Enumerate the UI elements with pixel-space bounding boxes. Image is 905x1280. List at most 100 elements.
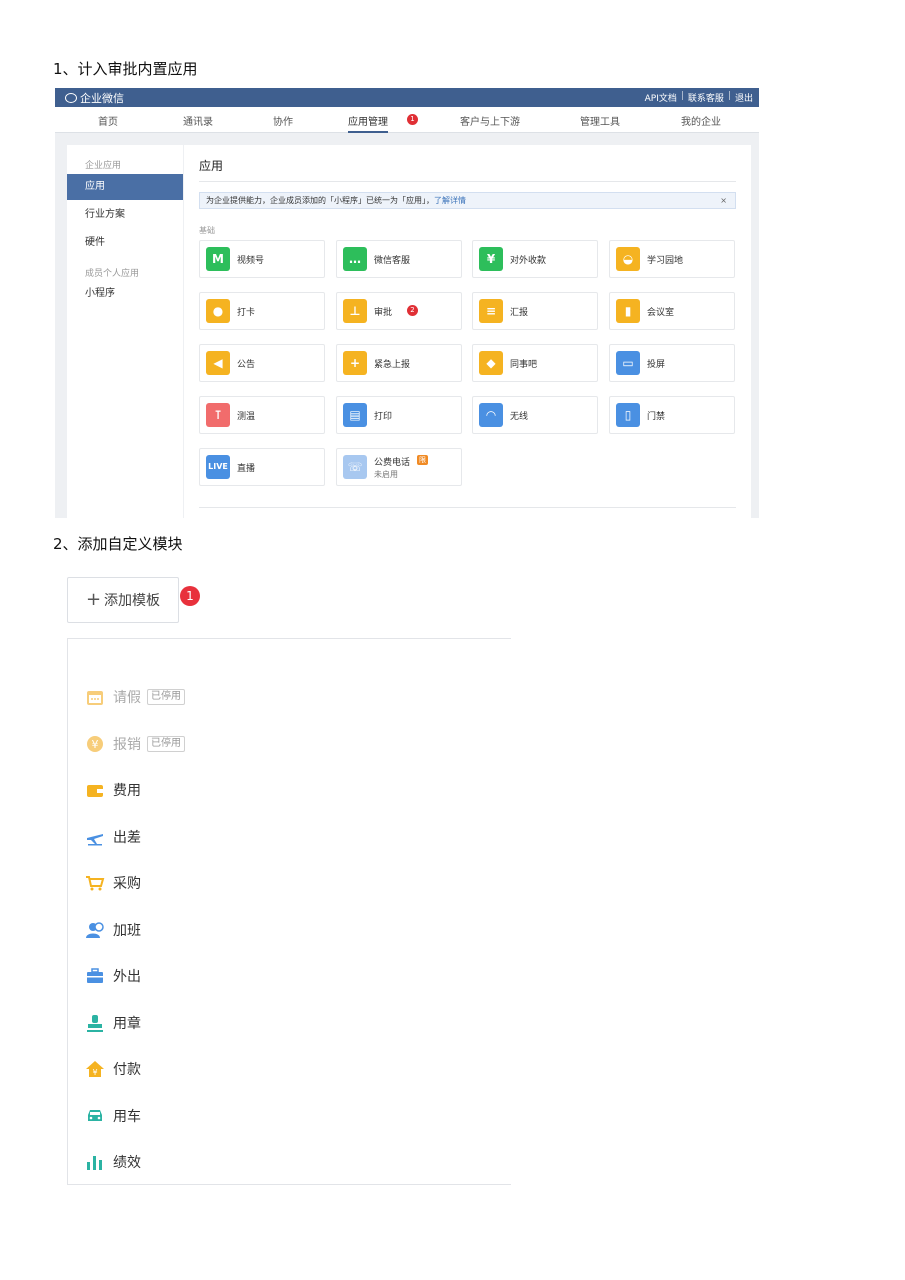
app-card[interactable]: ◒ 学习园地 xyxy=(609,240,735,278)
template-label: 报销 xyxy=(113,736,141,753)
app-icon: ▮ xyxy=(616,299,640,323)
app-card[interactable]: ☏ 公费电话限未启用 xyxy=(336,448,462,486)
app-name: 打印 xyxy=(374,412,393,422)
close-icon[interactable]: × xyxy=(720,193,727,208)
nav-app-management[interactable]: 应用管理 xyxy=(348,113,388,133)
template-list: 请假 已停用 ¥ 报销 已停用费用出差采购加班外出用章 ¥ 付款用车绩效 xyxy=(67,638,511,1185)
app-name: 公告 xyxy=(237,360,256,370)
template-item[interactable]: 请假 已停用 xyxy=(85,685,185,709)
app-card[interactable]: ⊺ 测温 xyxy=(199,396,325,434)
app-subtitle: 未启用 xyxy=(374,470,398,479)
app-icon: ● xyxy=(206,299,230,323)
template-label: 采购 xyxy=(113,876,141,892)
sidebar-item-industry[interactable]: 行业方案 xyxy=(67,202,183,228)
disabled-tag: 已停用 xyxy=(147,735,185,752)
app-icon: + xyxy=(343,351,367,375)
app-name: 审批 xyxy=(374,308,393,318)
app-icon: ¥ xyxy=(479,247,503,271)
app-card[interactable]: ¥ 对外收款 xyxy=(472,240,598,278)
app-name: 学习园地 xyxy=(647,256,684,266)
plus-icon: + xyxy=(85,589,102,610)
nav-customers[interactable]: 客户与上下游 xyxy=(460,113,520,128)
app-card[interactable]: M 视频号 xyxy=(199,240,325,278)
step-badge: 1 xyxy=(180,586,200,606)
app-card[interactable]: ▭ 投屏 xyxy=(609,344,735,382)
brand-name: 企业微信 xyxy=(80,92,124,105)
app-name: 公费电话 xyxy=(374,458,411,468)
template-item[interactable]: 出差 xyxy=(85,825,141,849)
add-template-button[interactable]: + 添加模板 xyxy=(67,577,179,623)
app-name: 投屏 xyxy=(647,360,666,370)
app-card[interactable]: ◠ 无线 xyxy=(472,396,598,434)
app-card[interactable]: ▮ 会议室 xyxy=(609,292,735,330)
app-card[interactable]: ▯ 门禁 xyxy=(609,396,735,434)
template-item[interactable]: 用章 xyxy=(85,1011,141,1035)
svg-text:¥: ¥ xyxy=(92,738,99,751)
app-icon: ◀ xyxy=(206,351,230,375)
nav-my-company[interactable]: 我的企业 xyxy=(681,113,721,128)
app-card[interactable]: + 紧急上报 xyxy=(336,344,462,382)
template-item[interactable]: 用车 xyxy=(85,1104,141,1128)
cart-icon xyxy=(86,876,105,891)
template-label: 请假 xyxy=(113,690,141,706)
template-item[interactable]: 采购 xyxy=(85,871,141,895)
sidebar-section-personal: 成员个人应用 xyxy=(85,269,140,279)
app-card[interactable]: ⊥ 审批 2 xyxy=(336,292,462,330)
airplane-icon xyxy=(87,833,103,845)
calendar-icon xyxy=(87,691,103,705)
app-card[interactable]: ◆ 同事吧 xyxy=(472,344,598,382)
sidebar-item-hardware[interactable]: 硬件 xyxy=(67,230,183,256)
house-yen-icon: ¥ xyxy=(86,1061,104,1077)
wallet-icon xyxy=(87,785,103,797)
sidebar-item-miniprogram[interactable]: 小程序 xyxy=(67,281,183,307)
template-item[interactable]: 加班 xyxy=(85,918,141,942)
app-icon: … xyxy=(343,247,367,271)
app-icon: M xyxy=(206,247,230,271)
notice-link[interactable]: 了解详情 xyxy=(434,196,466,205)
yen-icon: ¥ xyxy=(87,735,103,752)
app-name: 直播 xyxy=(237,464,256,474)
api-docs-link[interactable]: API文档 xyxy=(645,91,677,104)
template-label: 出差 xyxy=(113,829,141,846)
app-tag: 限 xyxy=(417,455,428,465)
app-card[interactable]: ▤ 打印 xyxy=(336,396,462,434)
nav-contacts[interactable]: 通讯录 xyxy=(183,113,213,128)
sidebar: 企业应用 应用 行业方案 硬件 成员个人应用 小程序 xyxy=(67,145,183,518)
app-name: 测温 xyxy=(237,412,256,422)
app-icon: ▤ xyxy=(343,403,367,427)
nav-tools[interactable]: 管理工具 xyxy=(580,113,620,128)
app-card[interactable]: ≡ 汇报 xyxy=(472,292,598,330)
top-links: API文档 | 联系客服 | 退出 xyxy=(645,91,753,104)
app-management-screenshot: 企业微信 API文档 | 联系客服 | 退出 首页 通讯录 协作 应用管理 1 … xyxy=(55,88,759,518)
contact-support-link[interactable]: 联系客服 xyxy=(688,91,724,104)
app-icon: ≡ xyxy=(479,299,503,323)
app-card[interactable]: ◀ 公告 xyxy=(199,344,325,382)
app-name: 汇报 xyxy=(510,308,529,318)
app-name: 视频号 xyxy=(237,256,265,266)
template-item[interactable]: ¥ 付款 xyxy=(85,1057,141,1081)
template-label: 用章 xyxy=(113,1015,141,1032)
user-clock-icon xyxy=(86,921,104,938)
nav-badge: 1 xyxy=(407,114,418,125)
app-card[interactable]: LIVE 直播 xyxy=(199,448,325,486)
nav-home[interactable]: 首页 xyxy=(98,113,118,128)
template-item[interactable]: 外出 xyxy=(85,964,141,988)
app-name: 门禁 xyxy=(647,412,666,422)
template-item[interactable]: 费用 xyxy=(85,778,141,802)
category-label: 基础 xyxy=(199,226,215,235)
app-card[interactable]: ● 打卡 xyxy=(199,292,325,330)
page-title: 应用 xyxy=(199,159,224,173)
notice-text: 为企业提供能力，企业成员添加的「小程序」已统一为「应用」， xyxy=(206,196,434,205)
app-icon: ▭ xyxy=(616,351,640,375)
svg-text:¥: ¥ xyxy=(92,1068,97,1077)
nav-collaboration[interactable]: 协作 xyxy=(273,113,293,128)
divider xyxy=(199,181,736,182)
template-item[interactable]: 绩效 xyxy=(85,1150,141,1174)
brand[interactable]: 企业微信 xyxy=(65,90,124,106)
step2-title: 2、添加自定义模块 xyxy=(53,535,183,553)
template-item[interactable]: ¥ 报销 已停用 xyxy=(85,732,185,756)
logout-link[interactable]: 退出 xyxy=(735,91,753,104)
sidebar-item-apps[interactable]: 应用 xyxy=(67,174,183,200)
app-name: 紧急上报 xyxy=(374,360,411,370)
app-card[interactable]: … 微信客服 xyxy=(336,240,462,278)
